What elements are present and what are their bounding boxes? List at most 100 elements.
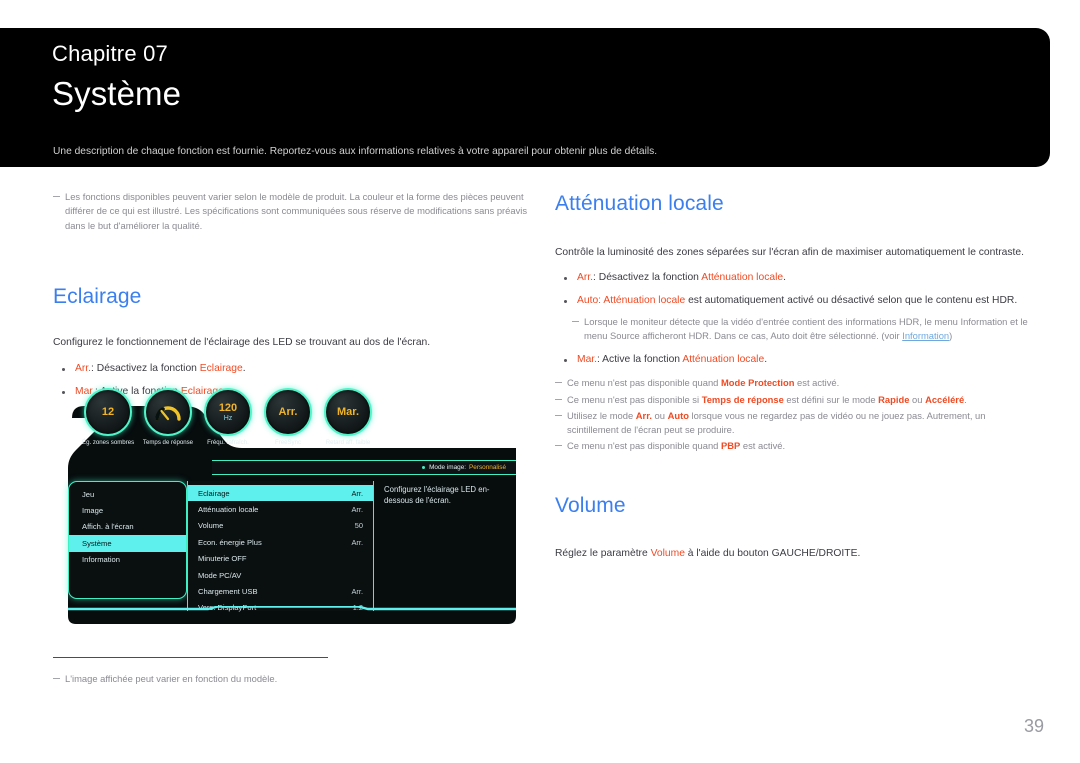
osd-menu-item-systeme[interactable]: Système — [69, 535, 186, 552]
osd-bottom-glow-edge — [68, 606, 516, 611]
section-heading-attenuation-locale: Atténuation locale — [555, 192, 724, 215]
chapter-header-banner: Chapitre 07 Système Une description de c… — [0, 28, 1050, 167]
eclairage-intro: Configurez le fonctionnement de l'éclair… — [53, 336, 431, 348]
left-column: Les fonctions disponibles peuvent varier… — [53, 190, 527, 408]
attenuation-bullet-list-2: Mar.: Active la fonction Atténuation loc… — [555, 353, 1035, 368]
note-pre: Ce menu n'est pas disponible quand — [567, 440, 721, 452]
bullet-dot-icon — [422, 466, 426, 469]
volume-text-pre: Réglez le paramètre — [555, 547, 651, 559]
bullet-term: Mar. — [577, 354, 598, 366]
note-pre: Ce menu n'est pas disponible si — [567, 393, 702, 405]
list-item: Arr.: Désactivez la fonction Atténuation… — [555, 271, 1035, 286]
attenuation-note-3: Utilisez le mode Arr. ou Auto lorsque vo… — [555, 409, 1007, 438]
osd-setting-value: Arr. — [351, 537, 364, 547]
osd-setting-chargement-usb[interactable]: Chargement USB Arr. — [188, 583, 373, 599]
osd-circle-badge: Mar. — [324, 388, 372, 436]
osd-setting-value: Arr. — [351, 505, 364, 515]
gauge-icon — [155, 406, 181, 421]
osd-icon-frequ-rafraich[interactable]: 120 Hz Fréqu. rafraîch. — [202, 388, 254, 446]
sub-note-text-1: Lorsque le moniteur détecte que la vidéo… — [584, 315, 1028, 342]
osd-description-text: Configurez l'éclairage LED en-dessous de… — [384, 485, 490, 506]
section-heading-volume: Volume — [555, 493, 626, 517]
osd-setting-value: Arr. — [351, 488, 364, 498]
figure-note: L'image affichée peut varier en fonction… — [53, 672, 453, 686]
right-column: Atténuation locale Contrôle la luminosit… — [555, 190, 1035, 562]
osd-setting-label: Atténuation locale — [198, 505, 259, 515]
osd-circle-badge: 12 — [84, 388, 132, 436]
bullet-suffix: . — [764, 354, 768, 366]
volume-body: Réglez le paramètre Volume à l'aide du b… — [555, 547, 1035, 562]
volume-text-post: à l'aide du bouton GAUCHE/DROITE. — [684, 547, 861, 559]
osd-icon-caption: Ég. zones sombres — [82, 439, 135, 446]
osd-icon-caption: Temps de réponse — [142, 439, 194, 446]
osd-icon-caption: Fréqu. rafraîch. — [207, 439, 249, 446]
note-strong: PBP — [720, 440, 741, 452]
osd-menu-item-jeu[interactable]: Jeu — [69, 486, 186, 502]
attenuation-sub-note: Lorsque le moniteur détecte que la vidéo… — [572, 315, 1036, 344]
osd-icon-retard-aff-faible[interactable]: Mar. Retard aff. faible — [322, 388, 374, 446]
attenuation-note-2: Ce menu n'est pas disponible si Temps de… — [555, 393, 1022, 407]
osd-setting-mode-pc-av[interactable]: Mode PC/AV — [188, 567, 373, 583]
osd-mode-value: Personnalisé — [469, 464, 506, 471]
bullet-term: Arr. — [577, 271, 594, 283]
osd-setting-value: Arr. — [351, 587, 364, 597]
osd-mode-label: Mode image: — [429, 464, 467, 471]
page-title: Système — [52, 75, 182, 112]
osd-menu-label: Système — [82, 538, 112, 548]
bullet-suffix: . — [783, 271, 786, 283]
note-post: est activé. — [794, 377, 840, 389]
osd-setting-attenuation-locale[interactable]: Atténuation locale Arr. — [188, 501, 373, 517]
note-strong: Arr. — [635, 409, 652, 421]
osd-icon-freesync[interactable]: Arr. FreeSync — [262, 388, 314, 446]
information-link[interactable]: Information — [902, 330, 949, 341]
bullet-text: : Désactivez la fonction — [91, 362, 200, 374]
osd-menu-figure: 12 Ég. zones sombres Temps de réponse 12… — [64, 388, 516, 638]
osd-setting-label: Volume — [198, 521, 224, 531]
list-item: Auto: Atténuation locale est automatique… — [555, 294, 1035, 309]
osd-setting-label: Econ. énergie Plus — [198, 537, 262, 547]
osd-icon-value: Mar. — [336, 405, 359, 418]
note-mid-2: ou — [909, 393, 926, 405]
note-mid: ou — [651, 409, 668, 421]
osd-icon-value: 12 — [101, 405, 115, 418]
figure-note-wrapper: L'image affichée peut varier en fonction… — [53, 672, 453, 688]
osd-setting-econ-energie-plus[interactable]: Econ. énergie Plus Arr. — [188, 534, 373, 550]
osd-icon-caption: FreeSync — [274, 439, 302, 446]
osd-icon-value: 120 — [218, 401, 238, 414]
bullet-term: Auto: — [577, 294, 602, 306]
bullet-suffix: . — [242, 362, 246, 374]
osd-menu-label: Affich. à l'écran — [82, 522, 134, 532]
bullet-link-term: Atténuation locale — [701, 271, 784, 283]
osd-setting-volume[interactable]: Volume 50 — [188, 518, 373, 534]
bullet-term: Arr. — [75, 362, 92, 374]
osd-menu-item-image[interactable]: Image — [69, 502, 186, 518]
section-heading-eclairage: Eclairage — [53, 284, 142, 308]
bullet-link-term: Atténuation locale — [601, 294, 686, 306]
osd-mode-bar: Mode image: Personnalisé — [212, 460, 516, 475]
osd-setting-label: Eclairage — [198, 488, 230, 498]
osd-menu-item-affich-ecran[interactable]: Affich. à l'écran — [69, 519, 186, 535]
list-item: Arr.: Désactivez la fonction Eclairage. — [53, 362, 525, 377]
osd-setting-minuterie-off[interactable]: Minuterie OFF — [188, 551, 373, 567]
note-post: . — [964, 393, 967, 405]
bullet-link-term: Eclairage — [199, 362, 243, 374]
osd-middle-menu-panel: Eclairage Arr. Atténuation locale Arr. Vol… — [187, 481, 374, 612]
note-pre: Utilisez le mode — [567, 409, 636, 421]
bullet-link-term: Atténuation locale — [682, 354, 765, 366]
osd-icon-unit: Hz — [223, 414, 233, 422]
osd-icon-eg-zones-sombres[interactable]: 12 Ég. zones sombres — [82, 388, 134, 446]
osd-menu-item-information[interactable]: Information — [69, 552, 186, 568]
osd-left-menu-panel: Jeu Image Affich. à l'écran Système Info… — [68, 481, 187, 599]
header-description: Une description de chaque fonction est f… — [53, 146, 658, 157]
attenuation-intro: Contrôle la luminosité des zones séparée… — [555, 247, 1024, 258]
note-strong-2: Rapide — [878, 393, 910, 405]
attenuation-bullet-list: Arr.: Désactivez la fonction Atténuation… — [555, 271, 1035, 309]
bullet-text: : Désactivez la fonction — [593, 271, 702, 283]
page-number: 39 — [1023, 716, 1044, 736]
intro-note: Les fonctions disponibles peuvent varier… — [53, 190, 530, 233]
osd-setting-eclairage[interactable]: Eclairage Arr. — [188, 485, 373, 502]
osd-icon-temps-de-reponse[interactable]: Temps de réponse — [142, 388, 194, 446]
note-pre: Ce menu n'est pas disponible quand — [567, 377, 721, 389]
bullet-suffix: est automatiquement activé ou désactivé … — [685, 294, 1018, 306]
osd-menu-label: Image — [82, 506, 104, 516]
